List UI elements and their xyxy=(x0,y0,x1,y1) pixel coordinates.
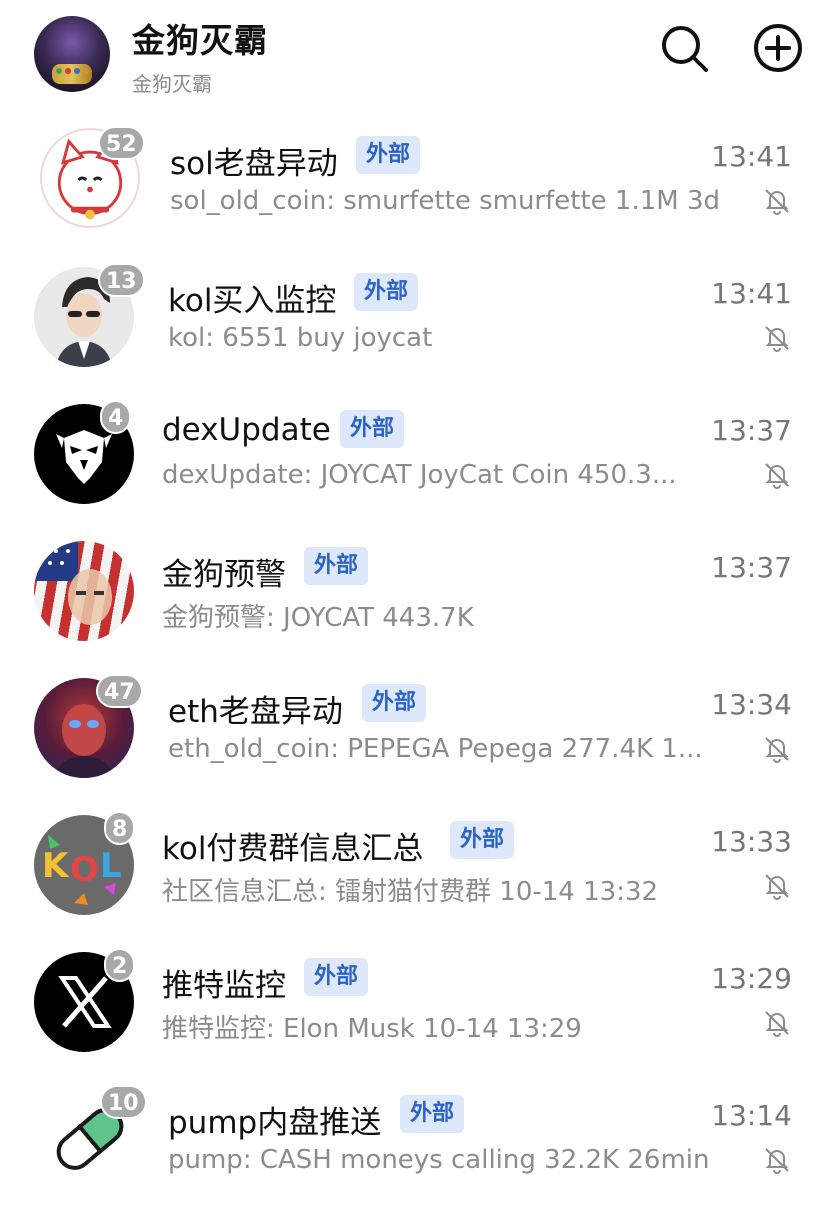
chat-time: 13:41 xyxy=(711,140,792,173)
chat-item-kol-paid-summary[interactable]: K O L 8 kol付费群信息汇总 外部 13:33 社区信息汇总: 镭射猫付… xyxy=(0,805,826,935)
chat-preview: eth_old_coin: PEPEGA Pepega 277.4K 1... xyxy=(168,734,703,764)
chat-item-golden-dog-alert[interactable]: 金狗预警 外部 13:37 金狗预警: JOYCAT 443.7K xyxy=(0,531,826,661)
bell-muted-icon xyxy=(762,460,792,490)
unread-badge: 13 xyxy=(98,263,145,297)
page-subtitle: 金狗灭霸 xyxy=(132,72,212,96)
chat-item-twitter-monitor[interactable]: 2 推特监控 外部 13:29 推特监控: Elon Musk 10-14 13… xyxy=(0,942,826,1072)
search-icon[interactable] xyxy=(658,22,710,74)
unread-badge: 8 xyxy=(104,811,136,845)
unread-badge: 4 xyxy=(100,400,132,434)
flag-face-avatar xyxy=(34,541,134,641)
external-tag: 外部 xyxy=(304,547,369,585)
chat-item-eth-old[interactable]: 47 eth老盘异动 外部 13:34 eth_old_coin: PEPEGA… xyxy=(0,668,826,798)
chat-header: 金狗灭霸 金狗灭霸 xyxy=(0,0,826,110)
chat-time: 13:14 xyxy=(711,1099,792,1132)
bell-muted-icon xyxy=(762,323,792,353)
chat-time: 13:37 xyxy=(711,551,792,584)
svg-text:L: L xyxy=(100,846,122,886)
external-tag: 外部 xyxy=(400,1095,465,1133)
external-tag: 外部 xyxy=(450,821,515,859)
chat-preview: pump: CASH moneys calling 32.2K 26min xyxy=(168,1145,710,1175)
chat-name: kol买入监控 xyxy=(168,283,337,319)
add-circle-icon[interactable] xyxy=(752,22,804,74)
unread-badge: 47 xyxy=(96,674,143,708)
chat-time: 13:37 xyxy=(711,414,792,447)
chat-item-kol-buy[interactable]: 13 kol买入监控 外部 13:41 kol: 6551 buy joycat xyxy=(0,257,826,387)
chat-item-sol-old[interactable]: 52 sol老盘异动 外部 13:41 sol_old_coin: smurfe… xyxy=(0,120,826,250)
chat-time: 13:33 xyxy=(711,825,792,858)
chat-time: 13:41 xyxy=(711,277,792,310)
chat-preview: 金狗预警: JOYCAT 443.7K xyxy=(162,603,474,633)
chat-name: kol付费群信息汇总 xyxy=(162,831,424,867)
chat-name: 推特监控 xyxy=(162,968,286,1004)
bell-muted-icon xyxy=(762,871,792,901)
external-tag: 外部 xyxy=(356,136,421,174)
chat-time: 13:29 xyxy=(711,962,792,995)
profile-avatar[interactable] xyxy=(34,16,110,92)
bell-muted-icon xyxy=(762,734,792,764)
external-tag: 外部 xyxy=(340,410,405,448)
bell-muted-icon xyxy=(762,1008,792,1038)
chat-item-pump-push[interactable]: 10 pump内盘推送 外部 13:14 pump: CASH moneys c… xyxy=(0,1079,826,1209)
svg-text:O: O xyxy=(70,850,99,890)
chat-time: 13:34 xyxy=(711,688,792,721)
chat-preview: kol: 6551 buy joycat xyxy=(168,323,433,353)
chat-item-dexupdate[interactable]: 4 dexUpdate 外部 13:37 dexUpdate: JOYCAT J… xyxy=(0,394,826,524)
chat-name: pump内盘推送 xyxy=(168,1105,382,1141)
unread-badge: 2 xyxy=(104,948,136,982)
bell-muted-icon xyxy=(762,1145,792,1175)
unread-badge: 10 xyxy=(100,1085,147,1119)
chat-name: sol老盘异动 xyxy=(170,146,338,182)
chat-preview: sol_old_coin: smurfette smurfette 1.1M 3… xyxy=(170,186,721,216)
chat-name: dexUpdate xyxy=(162,412,331,448)
chat-preview: dexUpdate: JOYCAT JoyCat Coin 450.3... xyxy=(162,460,677,490)
chat-name: 金狗预警 xyxy=(162,557,286,593)
unread-badge: 52 xyxy=(98,126,145,160)
chat-name: eth老盘异动 xyxy=(168,694,343,730)
external-tag: 外部 xyxy=(362,684,427,722)
bell-muted-icon xyxy=(762,186,792,216)
external-tag: 外部 xyxy=(354,273,419,311)
page-title: 金狗灭霸 xyxy=(132,21,268,60)
chat-preview: 社区信息汇总: 镭射猫付费群 10-14 13:32 xyxy=(162,877,659,907)
chat-preview: 推特监控: Elon Musk 10-14 13:29 xyxy=(162,1014,582,1044)
external-tag: 外部 xyxy=(304,958,369,996)
svg-text:K: K xyxy=(42,846,70,886)
